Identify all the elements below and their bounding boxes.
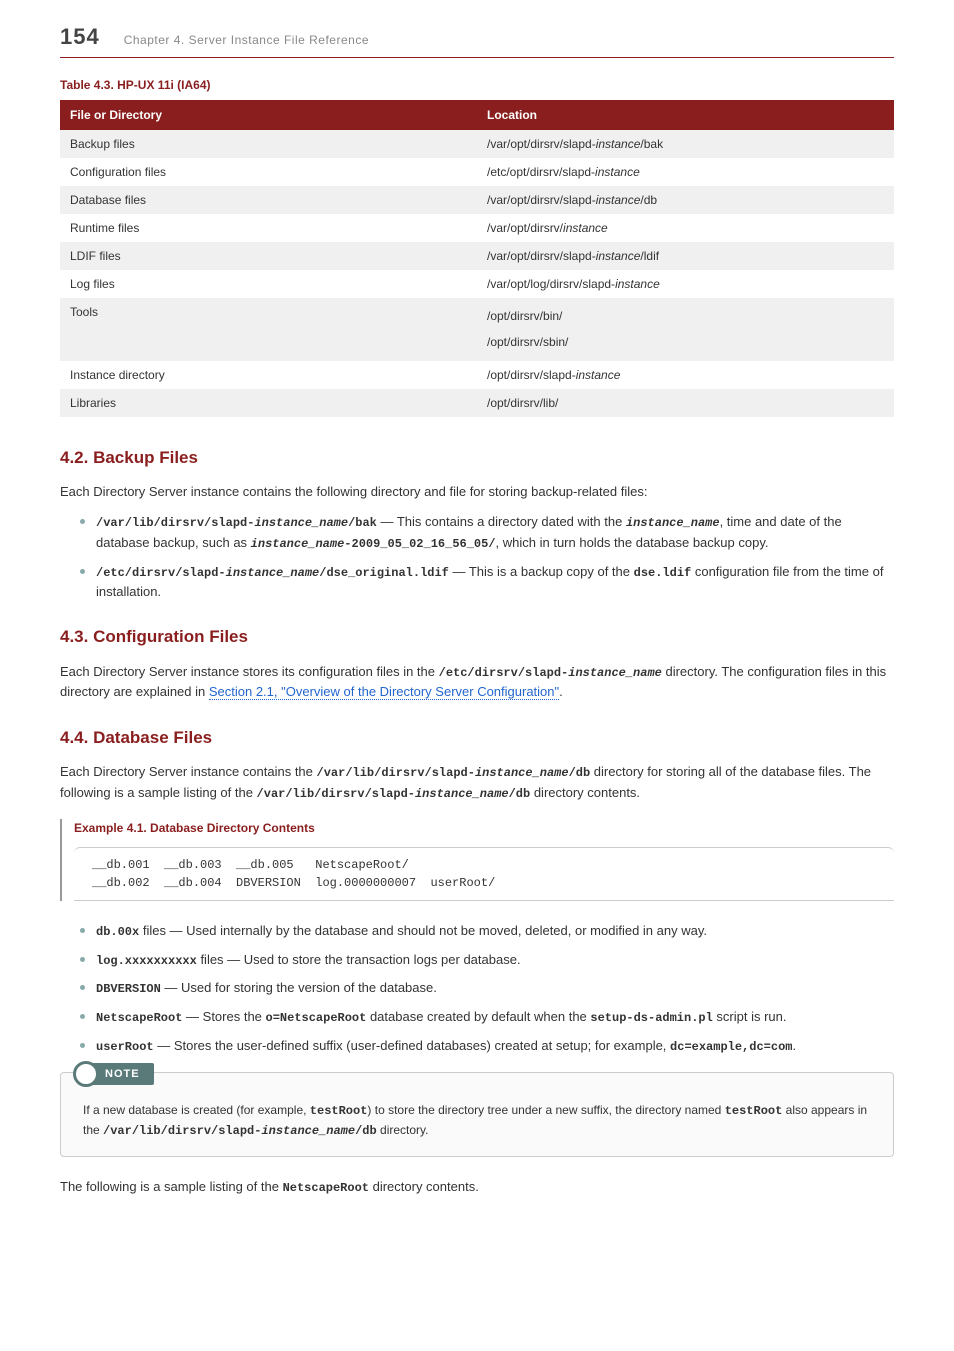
example-code: __db.001 __db.003 __db.005 NetscapeRoot/…	[74, 847, 894, 901]
table-header-row: File or Directory Location	[60, 100, 894, 130]
backup-files-list: /var/lib/dirsrv/slapd-instance_name/bak …	[80, 512, 894, 602]
row-name: Libraries	[60, 389, 477, 417]
row-loc: /var/opt/log/dirsrv/slapd-instance	[477, 270, 894, 298]
col-location: Location	[477, 100, 894, 130]
list-item: log.xxxxxxxxxx files — Used to store the…	[80, 950, 894, 971]
section-4-2-heading: 4.2. Backup Files	[60, 445, 894, 471]
list-item: /etc/dirsrv/slapd-instance_name/dse_orig…	[80, 562, 894, 603]
list-item: db.00x files — Used internally by the da…	[80, 921, 894, 942]
note-body: If a new database is created (for exampl…	[61, 1087, 893, 1155]
section-4-3-heading: 4.3. Configuration Files	[60, 624, 894, 650]
list-item: /var/lib/dirsrv/slapd-instance_name/bak …	[80, 512, 894, 553]
table-row: Database files /var/opt/dirsrv/slapd-ins…	[60, 186, 894, 214]
row-loc: /var/opt/dirsrv/instance	[477, 214, 894, 242]
location-table: File or Directory Location Backup files …	[60, 100, 894, 417]
section-4-4-heading: 4.4. Database Files	[60, 725, 894, 751]
table-row: Configuration files /etc/opt/dirsrv/slap…	[60, 158, 894, 186]
row-name: Runtime files	[60, 214, 477, 242]
list-item: userRoot — Stores the user-defined suffi…	[80, 1036, 894, 1057]
list-item: NetscapeRoot — Stores the o=NetscapeRoot…	[80, 1007, 894, 1028]
row-loc: /opt/dirsrv/lib/	[477, 389, 894, 417]
table-row: Backup files /var/opt/dirsrv/slapd-insta…	[60, 130, 894, 158]
chapter-title: Chapter 4. Server Instance File Referenc…	[124, 31, 369, 49]
row-loc: /var/opt/dirsrv/slapd-instance/bak	[477, 130, 894, 158]
table-row: Log files /var/opt/log/dirsrv/slapd-inst…	[60, 270, 894, 298]
list-item: DBVERSION — Used for storing the version…	[80, 978, 894, 999]
row-loc: /etc/opt/dirsrv/slapd-instance	[477, 158, 894, 186]
row-loc: /opt/dirsrv/bin/ /opt/dirsrv/sbin/	[477, 298, 894, 361]
note-box: NOTE If a new database is created (for e…	[60, 1072, 894, 1156]
closing-para: The following is a sample listing of the…	[60, 1177, 894, 1198]
table-row: Instance directory /opt/dirsrv/slapd-ins…	[60, 361, 894, 389]
note-header: NOTE	[73, 1061, 893, 1087]
row-loc: /opt/dirsrv/slapd-instance	[477, 361, 894, 389]
table-row: Libraries /opt/dirsrv/lib/	[60, 389, 894, 417]
row-name: Tools	[60, 298, 477, 361]
section-4-2-intro: Each Directory Server instance contains …	[60, 482, 894, 502]
example-box: Example 4.1. Database Directory Contents…	[60, 819, 894, 901]
section-4-4-intro: Each Directory Server instance contains …	[60, 762, 894, 803]
row-name: Database files	[60, 186, 477, 214]
page-header: 154 Chapter 4. Server Instance File Refe…	[60, 20, 894, 58]
row-name: Configuration files	[60, 158, 477, 186]
db-files-list: db.00x files — Used internally by the da…	[80, 921, 894, 1056]
table-caption: Table 4.3. HP-UX 11i (IA64)	[60, 76, 894, 94]
overview-config-link[interactable]: Section 2.1, "Overview of the Directory …	[209, 684, 559, 700]
page-number: 154	[60, 20, 100, 53]
table-row: Tools /opt/dirsrv/bin/ /opt/dirsrv/sbin/	[60, 298, 894, 361]
table-row: Runtime files /var/opt/dirsrv/instance	[60, 214, 894, 242]
row-name: LDIF files	[60, 242, 477, 270]
row-name: Instance directory	[60, 361, 477, 389]
row-name: Log files	[60, 270, 477, 298]
section-4-3-para: Each Directory Server instance stores it…	[60, 662, 894, 703]
table-row: LDIF files /var/opt/dirsrv/slapd-instanc…	[60, 242, 894, 270]
row-name: Backup files	[60, 130, 477, 158]
col-file-or-directory: File or Directory	[60, 100, 477, 130]
row-loc: /var/opt/dirsrv/slapd-instance/ldif	[477, 242, 894, 270]
row-loc: /var/opt/dirsrv/slapd-instance/db	[477, 186, 894, 214]
example-title: Example 4.1. Database Directory Contents	[74, 819, 894, 837]
